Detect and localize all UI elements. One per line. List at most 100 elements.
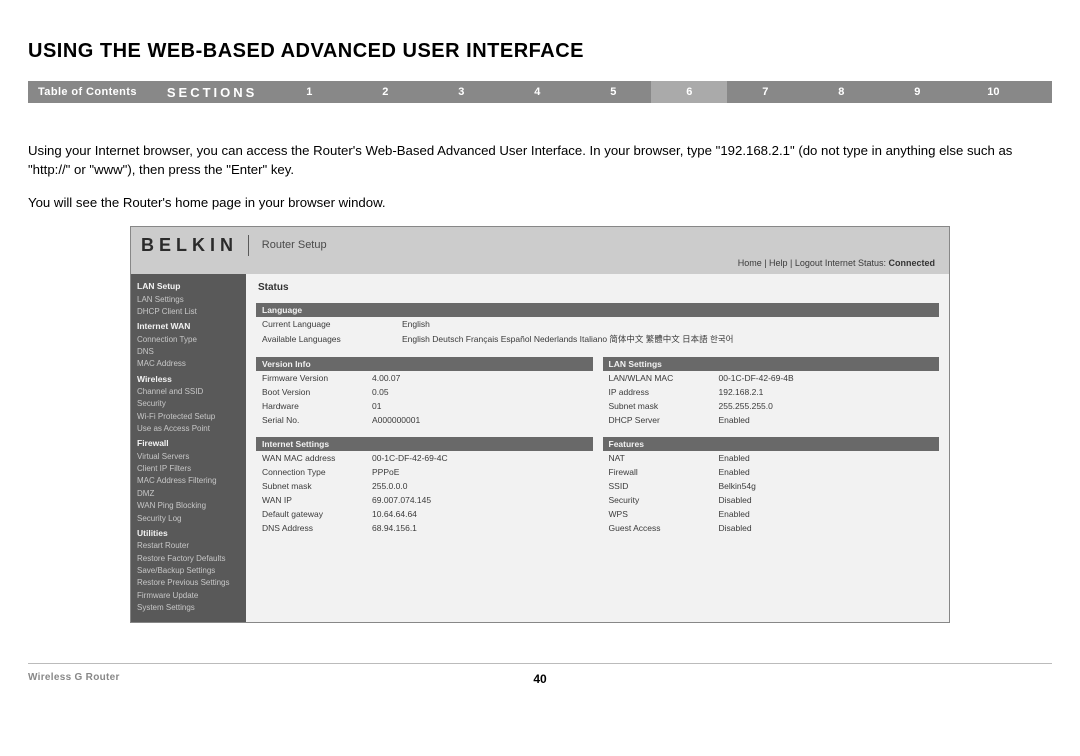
table-row: Available LanguagesEnglish Deutsch Franç… xyxy=(256,331,939,347)
table-row: WAN MAC address00-1C-DF-42-69-4C xyxy=(256,451,593,465)
top-links-text[interactable]: Home | Help | Logout Internet Status: xyxy=(738,258,886,268)
cell-value: A000000001 xyxy=(366,413,593,427)
cell-key: SSID xyxy=(603,479,713,493)
cell-value: Belkin54g xyxy=(713,479,940,493)
cell-value: English Deutsch Français Español Nederla… xyxy=(396,331,939,347)
cell-key: Security xyxy=(603,493,713,507)
sidebar-item-wi-fi-protected-setup[interactable]: Wi-Fi Protected Setup xyxy=(137,411,242,423)
table-row: Subnet mask255.255.255.0 xyxy=(603,399,940,413)
sidebar-item-wan-ping-blocking[interactable]: WAN Ping Blocking xyxy=(137,500,242,512)
footer-page-number: 40 xyxy=(369,672,710,686)
features-table: Features NATEnabledFirewallEnabledSSIDBe… xyxy=(603,437,940,535)
sidebar-item-restore-previous-settings[interactable]: Restore Previous Settings xyxy=(137,577,242,589)
footer-product: Wireless G Router xyxy=(28,672,369,686)
sidebar-item-security[interactable]: Security xyxy=(137,398,242,410)
section-link-10[interactable]: 10 xyxy=(955,81,1031,103)
section-link-1[interactable]: 1 xyxy=(271,81,347,103)
cell-key: Hardware xyxy=(256,399,366,413)
table-row: WAN IP69.007.074.145 xyxy=(256,493,593,507)
top-links: Home | Help | Logout Internet Status: Co… xyxy=(141,256,939,272)
sidebar-cat-firewall: Firewall xyxy=(137,437,242,450)
section-link-4[interactable]: 4 xyxy=(499,81,575,103)
cell-key: Subnet mask xyxy=(256,479,366,493)
toc-link[interactable]: Table of Contents xyxy=(28,86,147,98)
router-header: BELKIN Router Setup Home | Help | Logout… xyxy=(131,227,949,274)
table-row: NATEnabled xyxy=(603,451,940,465)
sidebar-item-restart-router[interactable]: Restart Router xyxy=(137,540,242,552)
table-row: Boot Version0.05 xyxy=(256,385,593,399)
router-ui-screenshot: BELKIN Router Setup Home | Help | Logout… xyxy=(130,226,950,623)
cell-value: 192.168.2.1 xyxy=(713,385,940,399)
section-link-5[interactable]: 5 xyxy=(575,81,651,103)
language-table: Language Current LanguageEnglishAvailabl… xyxy=(256,303,939,347)
version-table: Version Info Firmware Version4.00.07Boot… xyxy=(256,357,593,427)
sidebar-item-mac-address-filtering[interactable]: MAC Address Filtering xyxy=(137,475,242,487)
cell-key: Subnet mask xyxy=(603,399,713,413)
cell-key: Available Languages xyxy=(256,331,396,347)
cell-value: 01 xyxy=(366,399,593,413)
section-link-9[interactable]: 9 xyxy=(879,81,955,103)
table-row: Firmware Version4.00.07 xyxy=(256,371,593,385)
section-link-3[interactable]: 3 xyxy=(423,81,499,103)
version-header: Version Info xyxy=(256,357,593,371)
features-header: Features xyxy=(603,437,940,451)
status-heading: Status xyxy=(258,282,939,293)
sidebar-cat-internet-wan: Internet WAN xyxy=(137,320,242,333)
table-row: DHCP ServerEnabled xyxy=(603,413,940,427)
table-row: WPSEnabled xyxy=(603,507,940,521)
cell-value: English xyxy=(396,317,939,331)
table-row: FirewallEnabled xyxy=(603,465,940,479)
internet-header: Internet Settings xyxy=(256,437,593,451)
cell-value: 10.64.64.64 xyxy=(366,507,593,521)
sidebar-item-restore-factory-defaults[interactable]: Restore Factory Defaults xyxy=(137,553,242,565)
router-subtitle: Router Setup xyxy=(252,239,327,251)
section-link-8[interactable]: 8 xyxy=(803,81,879,103)
body-text: Using your Internet browser, you can acc… xyxy=(28,141,1052,212)
sidebar-item-dhcp-client-list[interactable]: DHCP Client List xyxy=(137,306,242,318)
cell-key: Firewall xyxy=(603,465,713,479)
cell-key: DNS Address xyxy=(256,521,366,535)
cell-value: Enabled xyxy=(713,451,940,465)
table-row: Current LanguageEnglish xyxy=(256,317,939,331)
section-link-2[interactable]: 2 xyxy=(347,81,423,103)
cell-value: Disabled xyxy=(713,493,940,507)
sidebar-item-connection-type[interactable]: Connection Type xyxy=(137,334,242,346)
cell-value: 4.00.07 xyxy=(366,371,593,385)
cell-value: 255.0.0.0 xyxy=(366,479,593,493)
cell-value: 255.255.255.0 xyxy=(713,399,940,413)
sidebar-item-lan-settings[interactable]: LAN Settings xyxy=(137,294,242,306)
table-row: Hardware01 xyxy=(256,399,593,413)
table-row: LAN/WLAN MAC00-1C-DF-42-69-4B xyxy=(603,371,940,385)
paragraph-1: Using your Internet browser, you can acc… xyxy=(28,141,1052,179)
cell-key: Connection Type xyxy=(256,465,366,479)
cell-key: Guest Access xyxy=(603,521,713,535)
cell-key: Boot Version xyxy=(256,385,366,399)
sidebar-item-system-settings[interactable]: System Settings xyxy=(137,602,242,614)
cell-value: Enabled xyxy=(713,465,940,479)
internet-status-value: Connected xyxy=(888,258,935,268)
sidebar-item-use-as-access-point[interactable]: Use as Access Point xyxy=(137,423,242,435)
sidebar-item-mac-address[interactable]: MAC Address xyxy=(137,358,242,370)
sidebar-item-virtual-servers[interactable]: Virtual Servers xyxy=(137,451,242,463)
table-row: DNS Address68.94.156.1 xyxy=(256,521,593,535)
section-link-7[interactable]: 7 xyxy=(727,81,803,103)
sidebar-item-channel-and-ssid[interactable]: Channel and SSID xyxy=(137,386,242,398)
sidebar-cat-utilities: Utilities xyxy=(137,527,242,540)
cell-key: WAN MAC address xyxy=(256,451,366,465)
lan-header: LAN Settings xyxy=(603,357,940,371)
lan-table: LAN Settings LAN/WLAN MAC00-1C-DF-42-69-… xyxy=(603,357,940,427)
cell-key: Serial No. xyxy=(256,413,366,427)
section-link-6[interactable]: 6 xyxy=(651,81,727,103)
cell-value: 00-1C-DF-42-69-4B xyxy=(713,371,940,385)
router-sidebar: LAN SetupLAN SettingsDHCP Client ListInt… xyxy=(131,274,246,622)
sidebar-item-client-ip-filters[interactable]: Client IP Filters xyxy=(137,463,242,475)
cell-key: DHCP Server xyxy=(603,413,713,427)
sidebar-item-dns[interactable]: DNS xyxy=(137,346,242,358)
sidebar-item-dmz[interactable]: DMZ xyxy=(137,488,242,500)
sidebar-item-save-backup-settings[interactable]: Save/Backup Settings xyxy=(137,565,242,577)
cell-value: Enabled xyxy=(713,507,940,521)
sidebar-item-firmware-update[interactable]: Firmware Update xyxy=(137,590,242,602)
sidebar-item-security-log[interactable]: Security Log xyxy=(137,513,242,525)
cell-value: 00-1C-DF-42-69-4C xyxy=(366,451,593,465)
cell-key: WPS xyxy=(603,507,713,521)
